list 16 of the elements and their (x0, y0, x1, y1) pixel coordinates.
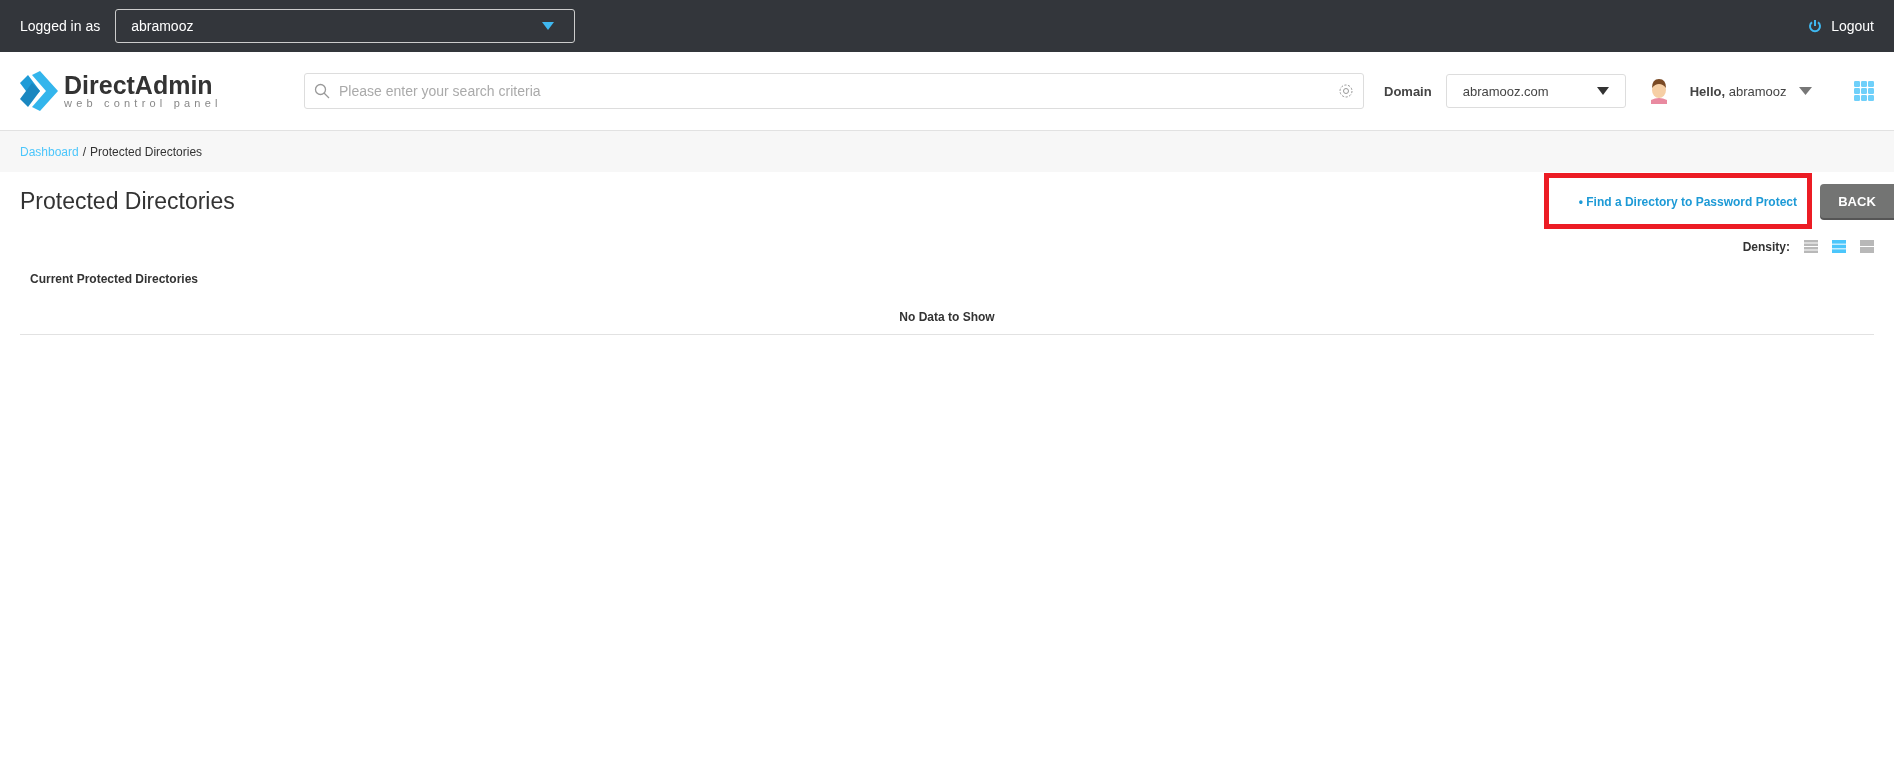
logged-in-label: Logged in as (20, 18, 101, 34)
back-button[interactable]: BACK (1820, 184, 1894, 218)
density-label: Density: (1742, 240, 1790, 254)
user-select[interactable]: abramooz (115, 9, 576, 43)
breadcrumb-current: Protected Directories (90, 144, 203, 159)
domain-select[interactable]: abramooz.com (1445, 74, 1626, 108)
user-greeting[interactable]: Hello, abramooz (1689, 83, 1787, 99)
empty-message: No Data to Show (899, 310, 995, 324)
logout-link[interactable]: Logout (1831, 18, 1874, 34)
breadcrumb-separator: / (82, 144, 87, 159)
domain-label: Domain (1384, 83, 1432, 99)
search-field[interactable]: Please enter your search criteria (304, 73, 1364, 109)
logo-tagline: web control panel (64, 98, 222, 109)
table-title: Current Protected Directories (29, 272, 200, 286)
page-title: Protected Directories (20, 187, 235, 215)
logo-name: DirectAdmin (64, 73, 214, 98)
